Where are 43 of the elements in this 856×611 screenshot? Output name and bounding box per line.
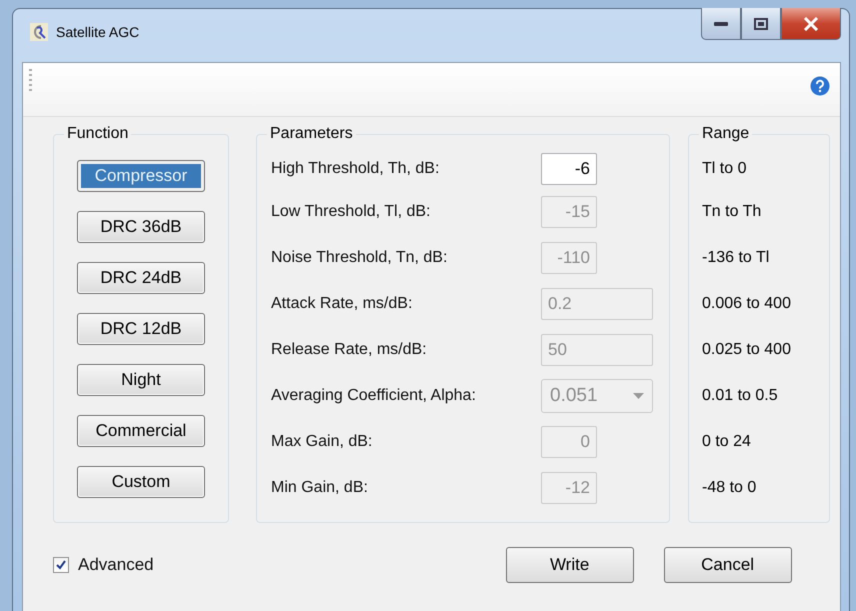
cancel-button[interactable]: Cancel xyxy=(664,547,792,583)
range-text: -48 to 0 xyxy=(702,479,756,497)
parameter-label: Averaging Coefficient, Alpha: xyxy=(271,387,477,405)
function-button[interactable]: DRC 36dB xyxy=(77,211,205,243)
function-button[interactable]: Compressor xyxy=(77,160,205,192)
window-title: Satellite AGC xyxy=(56,24,140,40)
app-logo-icon xyxy=(30,23,48,41)
grip-icon xyxy=(29,69,32,91)
checkmark-icon xyxy=(56,560,66,570)
parameter-label: Min Gain, dB: xyxy=(271,479,369,497)
function-button[interactable]: Commercial xyxy=(77,415,205,447)
range-text: 0 to 24 xyxy=(702,433,751,451)
help-icon[interactable] xyxy=(810,76,830,96)
dropdown-arrow-icon xyxy=(633,393,644,399)
group-title: Parameters xyxy=(269,125,354,143)
range-text: -136 to Tl xyxy=(702,249,770,267)
maximize-button[interactable] xyxy=(741,8,781,40)
advanced-checkbox[interactable]: Advanced xyxy=(53,555,154,575)
parameter-label: High Threshold, Th, dB: xyxy=(271,160,440,178)
minimize-icon xyxy=(714,22,728,26)
range-text: Tl to 0 xyxy=(702,160,746,178)
function-button[interactable]: Custom xyxy=(77,466,205,498)
parameter-label: Max Gain, dB: xyxy=(271,433,374,451)
parameter-label: Low Threshold, Tl, dB: xyxy=(271,203,432,221)
parameter-label: Release Rate, ms/dB: xyxy=(271,341,428,359)
range-text: 0.006 to 400 xyxy=(702,295,791,313)
function-button[interactable]: Night xyxy=(77,364,205,396)
group-title: Function xyxy=(66,125,130,143)
close-icon xyxy=(803,16,819,30)
parameter-label: Noise Threshold, Tn, dB: xyxy=(271,249,448,267)
checkbox-box[interactable] xyxy=(53,557,69,573)
function-button[interactable]: DRC 12dB xyxy=(77,313,205,345)
range-text: 0.025 to 400 xyxy=(702,341,791,359)
group-title: Range xyxy=(701,125,750,143)
range-text: Tn to Th xyxy=(702,203,762,221)
function-button[interactable]: DRC 24dB xyxy=(77,262,205,294)
maximize-icon xyxy=(754,18,768,30)
parameter-label: Attack Rate, ms/dB: xyxy=(271,295,414,313)
minimize-button[interactable] xyxy=(701,8,741,40)
range-text: 0.01 to 0.5 xyxy=(702,387,778,405)
close-button[interactable] xyxy=(781,8,841,40)
write-button[interactable]: Write xyxy=(506,547,634,583)
input-field[interactable]: -6 xyxy=(541,153,597,185)
